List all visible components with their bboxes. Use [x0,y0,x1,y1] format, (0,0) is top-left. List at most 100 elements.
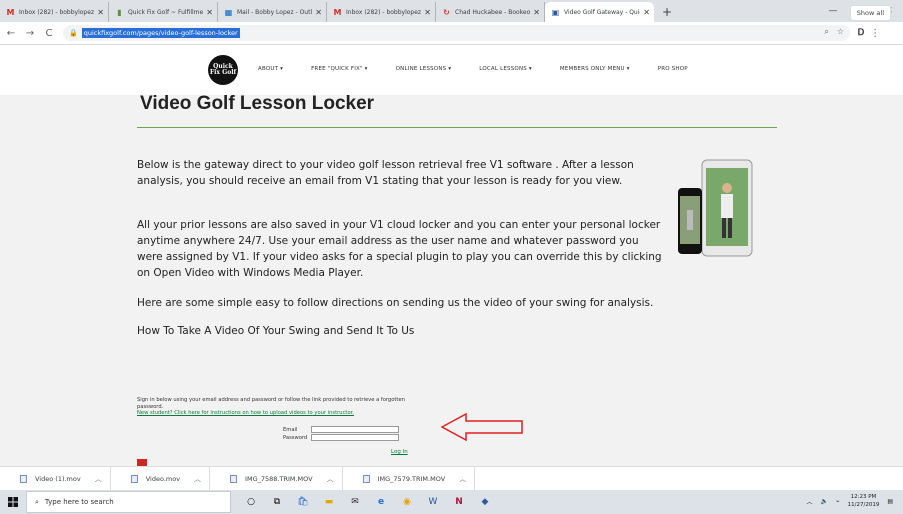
site-menu-item[interactable]: FREE "QUICK FIX" ▾ [311,66,368,72]
browser-toolbar: ← → C 🔒 quickfixgolf.com/pages/video-gol… [0,22,903,45]
tab-strip: MInbox (282) - bobbylopezgolf✕▮Quick Fix… [0,0,903,22]
browser-tab[interactable]: ▮ Quick Fix Golf ~ Fulfillment ✕ [109,2,218,22]
forward-icon[interactable]: → [22,28,38,39]
file-icon [230,474,238,483]
clock-date: 11/27/2019 [847,502,880,508]
system-tray: ︿ 🔈 ⌁ 12:23 PM 11/27/2019 ▤ [807,493,894,509]
mail-app-icon[interactable]: ✉ [349,496,361,508]
site-logo[interactable]: Quick Fix Golf [208,55,238,85]
downloads-bar: Video (1).mov ︿ Video.mov ︿ IMG_7588.TRIM.MO… [0,466,903,491]
windows-logo-icon [8,497,18,507]
devices-image [678,159,753,257]
download-item[interactable]: Video.mov ︿ [111,466,211,491]
site-menu-item[interactable]: PRO SHOP [658,66,688,72]
show-all-button[interactable]: Show all [849,5,891,21]
how-to-link[interactable]: How To Take A Video Of Your Swing and Se… [137,323,737,339]
file-icon [130,474,138,483]
new-student-link[interactable]: New student? Click here for instructions… [137,410,417,417]
onenote-icon[interactable]: N [453,496,465,508]
reload-icon[interactable]: C [41,28,57,39]
close-tab-icon[interactable]: ✕ [315,8,322,17]
title-divider [137,127,777,128]
tab-title: Chad Huckabee - Bookeo [455,8,531,16]
chevron-up-icon[interactable]: ︿ [459,474,466,484]
clock-time: 12:23 PM [850,494,877,500]
task-view-icon[interactable]: ⧉ [271,496,283,508]
zoom-icon[interactable]: ⌕ [824,27,828,37]
start-button[interactable] [0,490,26,514]
tab-title: Mail - Bobby Lopez - Outloo [237,8,313,16]
download-filename: IMG_7579.TRIM.MOV [377,474,446,483]
edge-icon[interactable]: e [375,496,387,508]
close-tab-icon[interactable]: ✕ [424,8,431,17]
close-tab-icon[interactable]: ✕ [533,8,540,17]
browser-tab[interactable]: M Inbox (282) - bobbylopezgolf✕ [0,2,109,22]
browser-tab[interactable]: ▦ Mail - Bobby Lopez - Outloo ✕ [218,2,327,22]
close-tab-icon[interactable]: ✕ [643,8,650,17]
email-label: Email [283,427,298,433]
lock-icon: 🔒 [69,29,78,37]
download-item[interactable]: Video (1).mov ︿ [0,466,111,491]
left-arrow-annotation [440,412,523,442]
site-icon: ▣ [551,7,560,17]
browser-tab[interactable]: ↻ Chad Huckabee - Bookeo ✕ [436,2,545,22]
cortana-icon[interactable]: ○ [245,496,257,508]
tab-title: Inbox (282) - bobbylopezgolf [19,8,95,16]
extension-icon[interactable]: Ꭰ [858,28,864,38]
site-menu: ABOUT ▾ FREE "QUICK FIX" ▾ ONLINE LESSONS … [258,66,716,72]
red-badge [137,459,147,466]
bookmark-star-icon[interactable]: ☆ [837,27,844,37]
url-text[interactable]: quickfixgolf.com/pages/video-golf-lesson… [81,28,240,38]
gmail-icon: M [6,7,15,17]
network-icon[interactable]: ⌁ [836,498,840,505]
file-icon [362,474,370,483]
download-filename: Video.mov [145,474,181,483]
chevron-up-icon[interactable]: ︿ [327,474,334,484]
email-field[interactable] [311,426,399,433]
search-placeholder: Type here to search [44,498,114,506]
word-icon[interactable]: W [427,496,439,508]
back-icon[interactable]: ← [3,28,19,39]
download-item[interactable]: IMG_7579.TRIM.MOV ︿ [343,466,476,491]
browser-tab[interactable]: M Inbox (282) - bobbylopezgolf✕ [327,2,436,22]
site-menu-item[interactable]: ABOUT ▾ [258,66,283,72]
app-icon[interactable]: ◆ [479,496,491,508]
site-header: Quick Fix Golf ABOUT ▾ FREE "QUICK FIX" ▾… [0,45,903,95]
site-menu-item[interactable]: LOCAL LESSONS ▾ [479,66,532,72]
password-label: Password [283,435,308,441]
tab-title: Quick Fix Golf ~ Fulfillment [128,8,204,16]
tray-expand-icon[interactable]: ︿ [807,497,813,506]
file-explorer-icon[interactable]: ▬ [323,496,335,508]
download-filename: Video (1).mov [35,474,81,483]
chevron-up-icon[interactable]: ︿ [194,474,201,484]
directions-paragraph: Here are some simple easy to follow dire… [137,297,654,309]
notifications-icon[interactable]: ▤ [887,498,893,505]
download-item[interactable]: IMG_7588.TRIM.MOV ︿ [210,466,343,491]
close-tab-icon[interactable]: ✕ [97,8,104,17]
locker-paragraph: All your prior lessons are also saved in… [137,219,662,279]
menu-kebab-icon[interactable]: ⋮ [867,28,883,39]
windows-taskbar: ⌕ Type here to search ○ ⧉ 🛍 ▬ ✉ e ◉ W N … [0,490,903,514]
minimize-icon[interactable]: — [819,6,847,16]
volume-icon[interactable]: 🔈 [821,498,828,505]
taskbar-search[interactable]: ⌕ Type here to search [26,491,231,513]
chrome-icon[interactable]: ◉ [401,496,413,508]
page-title: Video Golf Lesson Locker [140,93,375,114]
logo-text: Quick Fix Golf [209,63,237,76]
site-menu-item[interactable]: ONLINE LESSONS ▾ [396,66,452,72]
shopify-icon: ▮ [117,7,122,17]
site-menu-item[interactable]: MEMBERS ONLY MENU ▾ [560,66,630,72]
chevron-up-icon[interactable]: ︿ [95,474,102,484]
gmail-icon: M [333,7,342,17]
new-tab-icon[interactable]: + [662,5,672,19]
search-icon: ⌕ [35,497,39,506]
password-field[interactable] [311,434,399,441]
browser-tab[interactable]: ▣ Video Golf Gateway - Quick ✕ [545,2,654,22]
v1-login-widget: Sign in below using your email address a… [137,397,417,417]
address-bar[interactable]: 🔒 quickfixgolf.com/pages/video-golf-less… [63,25,850,41]
clock[interactable]: 12:23 PM 11/27/2019 [848,493,880,509]
login-link[interactable]: Log In [391,449,408,455]
close-tab-icon[interactable]: ✕ [206,8,213,17]
taskbar-apps: ○ ⧉ 🛍 ▬ ✉ e ◉ W N ◆ [245,496,491,508]
store-icon[interactable]: 🛍 [297,496,309,508]
